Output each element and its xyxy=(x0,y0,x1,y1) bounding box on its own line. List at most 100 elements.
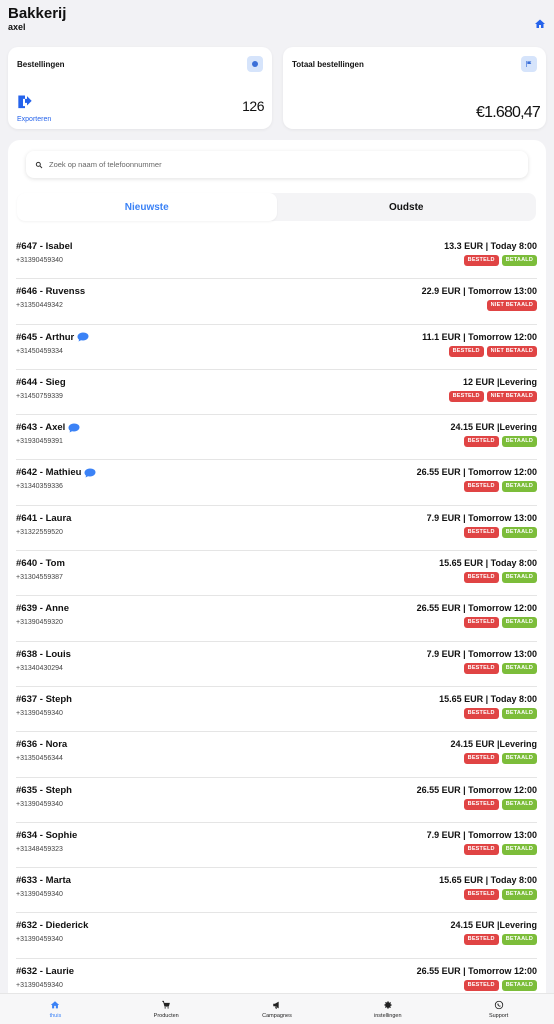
search-input[interactable] xyxy=(49,160,489,169)
tab-oldest[interactable]: Oudste xyxy=(277,193,537,221)
order-badges: BESTELD NIET BETAALD xyxy=(448,390,537,402)
order-name-text: #637 - Steph xyxy=(16,693,72,705)
order-row[interactable]: #638 - Louis +31340430294 7.9 EUR | Tomorr… xyxy=(16,642,537,687)
order-row[interactable]: #634 - Sophie +31348459323 7.9 EUR | Tomor… xyxy=(16,823,537,869)
order-name: #640 - Tom xyxy=(16,558,65,569)
chat-bubble-icon[interactable] xyxy=(77,332,89,342)
order-price-time: 24.15 EUR |Levering xyxy=(450,739,537,750)
status-badge: BESTELD xyxy=(463,662,499,674)
order-badges: BESTELD BETAALD xyxy=(463,572,537,584)
status-badge: BESTELD xyxy=(448,345,484,357)
total-card-title: Totaal bestellingen xyxy=(292,60,364,69)
order-badges: BESTELD BETAALD xyxy=(463,255,537,266)
order-name: #646 - Ruvenss xyxy=(16,286,85,297)
search-bar[interactable] xyxy=(26,151,528,178)
order-price-time: 11.1 EUR | Tomorrow 12:00 xyxy=(422,331,537,342)
order-phone: +31390459340 xyxy=(16,981,63,989)
order-phone: +31348459323 xyxy=(16,845,63,853)
order-phone: +31350449342 xyxy=(16,302,63,310)
order-badges: BESTELD BETAALD xyxy=(463,481,537,493)
order-phone: +31390459320 xyxy=(16,619,63,627)
order-phone: +31390459340 xyxy=(16,936,63,944)
order-list: #647 - Isabel +31390459340 13.3 EUR | Toda… xyxy=(16,234,537,1005)
status-badge: BESTELD xyxy=(463,798,499,810)
order-price-time: 26.55 EUR | Tomorrow 12:00 xyxy=(416,965,537,976)
nav-label: Campagnes xyxy=(262,1012,292,1019)
order-phone: +31390459340 xyxy=(16,800,63,808)
orders-card: Bestellingen Exporteren 126 xyxy=(8,47,272,129)
nav-item-thuis[interactable]: thuis xyxy=(0,994,111,1024)
status-badge: BESTELD xyxy=(463,753,499,765)
order-name-text: #640 - Tom xyxy=(16,558,65,570)
order-badges: BESTELD BETAALD xyxy=(463,707,537,719)
order-price-time: 12 EUR |Levering xyxy=(462,376,537,387)
order-phone: +31390459340 xyxy=(16,709,63,717)
chat-bubble-icon[interactable] xyxy=(68,423,80,433)
order-name: #643 - Axel xyxy=(16,422,80,433)
status-badge: BETAALD xyxy=(501,572,537,584)
status-badge: BETAALD xyxy=(501,707,537,719)
order-name: #632 - Diederick xyxy=(16,920,88,931)
order-row[interactable]: #643 - Axel +31930459391 24.15 EUR |Leveri… xyxy=(16,415,537,461)
nav-item-campagnes[interactable]: Campagnes xyxy=(222,994,333,1024)
status-badge: BESTELD xyxy=(463,572,499,584)
order-row[interactable]: #639 - Anne +31390459320 26.55 EUR | Tomor… xyxy=(16,596,537,642)
order-row[interactable]: #633 - Marta +31390459340 15.65 EUR | Toda… xyxy=(16,868,537,914)
order-price-time: 7.9 EUR | Tomorrow 13:00 xyxy=(426,512,537,523)
order-badges: BESTELD BETAALD xyxy=(463,798,537,810)
order-row[interactable]: #644 - Sieg +31450759339 12 EUR |Levering B… xyxy=(16,370,537,416)
order-name-text: #635 - Steph xyxy=(16,784,72,796)
order-price-time: 26.55 EUR | Tomorrow 12:00 xyxy=(416,603,537,614)
status-badge: BESTELD xyxy=(463,934,499,946)
order-badges: BESTELD BETAALD xyxy=(463,934,537,946)
export-icon xyxy=(18,95,32,109)
export-button[interactable]: Exporteren xyxy=(17,94,51,123)
page-title: Bakkerij xyxy=(8,5,67,22)
order-row[interactable]: #640 - Tom +31304559387 15.65 EUR | Today … xyxy=(16,551,537,597)
order-phone: +31450459334 xyxy=(16,347,63,355)
order-phone: +31390459340 xyxy=(16,257,63,264)
status-badge: BETAALD xyxy=(501,662,537,674)
order-row[interactable]: #646 - Ruvenss +31350449342 22.9 EUR | Tom… xyxy=(16,279,537,325)
order-name-text: #645 - Arthur xyxy=(16,331,75,343)
order-price-time: 15.65 EUR | Today 8:00 xyxy=(439,558,537,569)
status-badge: BESTELD xyxy=(463,481,499,493)
order-row[interactable]: #647 - Isabel +31390459340 13.3 EUR | Toda… xyxy=(16,234,537,280)
total-orders-card: Totaal bestellingen €1.680,47 xyxy=(283,47,546,129)
order-price-time: 22.9 EUR | Tomorrow 13:00 xyxy=(421,286,537,297)
order-row[interactable]: #637 - Steph +31390459340 15.65 EUR | Toda… xyxy=(16,687,537,733)
status-badge: BESTELD xyxy=(463,526,499,538)
order-price-time: 24.15 EUR |Levering xyxy=(450,422,537,433)
flag-icon xyxy=(521,56,537,72)
nav-item-instellingen[interactable]: instellingen xyxy=(332,994,443,1024)
order-name: #642 - Mathieu xyxy=(16,467,96,478)
order-row[interactable]: #632 - Diederick +31390459340 24.15 EUR |L… xyxy=(16,913,537,959)
status-badge: BESTELD xyxy=(463,255,499,266)
nav-item-support[interactable]: Support xyxy=(443,994,554,1024)
nav-item-producten[interactable]: Producten xyxy=(111,994,222,1024)
sort-tabs: Nieuwste Oudste xyxy=(17,193,536,221)
order-price-time: 13.3 EUR | Today 8:00 xyxy=(444,241,537,251)
order-row[interactable]: #641 - Laura +31322559520 7.9 EUR | Tomorr… xyxy=(16,506,537,552)
status-badge: NIET BETAALD xyxy=(486,345,537,357)
order-price-time: 7.9 EUR | Tomorrow 13:00 xyxy=(426,648,537,659)
status-badge: NIET BETAALD xyxy=(486,390,537,402)
order-row[interactable]: #635 - Steph +31390459340 26.55 EUR | Tomo… xyxy=(16,778,537,823)
order-row[interactable]: #636 - Nora +31350456344 24.15 EUR |Leveri… xyxy=(16,732,537,778)
tab-newest[interactable]: Nieuwste xyxy=(17,193,277,221)
order-price-time: 15.65 EUR | Today 8:00 xyxy=(439,693,537,704)
order-name: #647 - Isabel xyxy=(16,241,73,252)
status-badge: BETAALD xyxy=(501,889,537,901)
order-row[interactable]: #645 - Arthur +31450459334 11.1 EUR | Tomo… xyxy=(16,325,537,370)
home-icon[interactable] xyxy=(534,18,546,30)
products-icon xyxy=(162,1000,171,1009)
order-name-text: #644 - Sieg xyxy=(16,376,66,388)
order-name-text: #639 - Anne xyxy=(16,603,69,615)
status-badge: NIET BETAALD xyxy=(486,300,537,312)
status-badge: BETAALD xyxy=(501,481,537,493)
bottom-navigation: thuis Producten Campagnes instellingen Suppo… xyxy=(0,993,554,1024)
order-row[interactable]: #642 - Mathieu +31340359336 26.55 EUR | To… xyxy=(16,460,537,506)
status-badge: BESTELD xyxy=(463,889,499,901)
chat-bubble-icon[interactable] xyxy=(84,468,96,478)
order-name: #634 - Sophie xyxy=(16,830,77,841)
